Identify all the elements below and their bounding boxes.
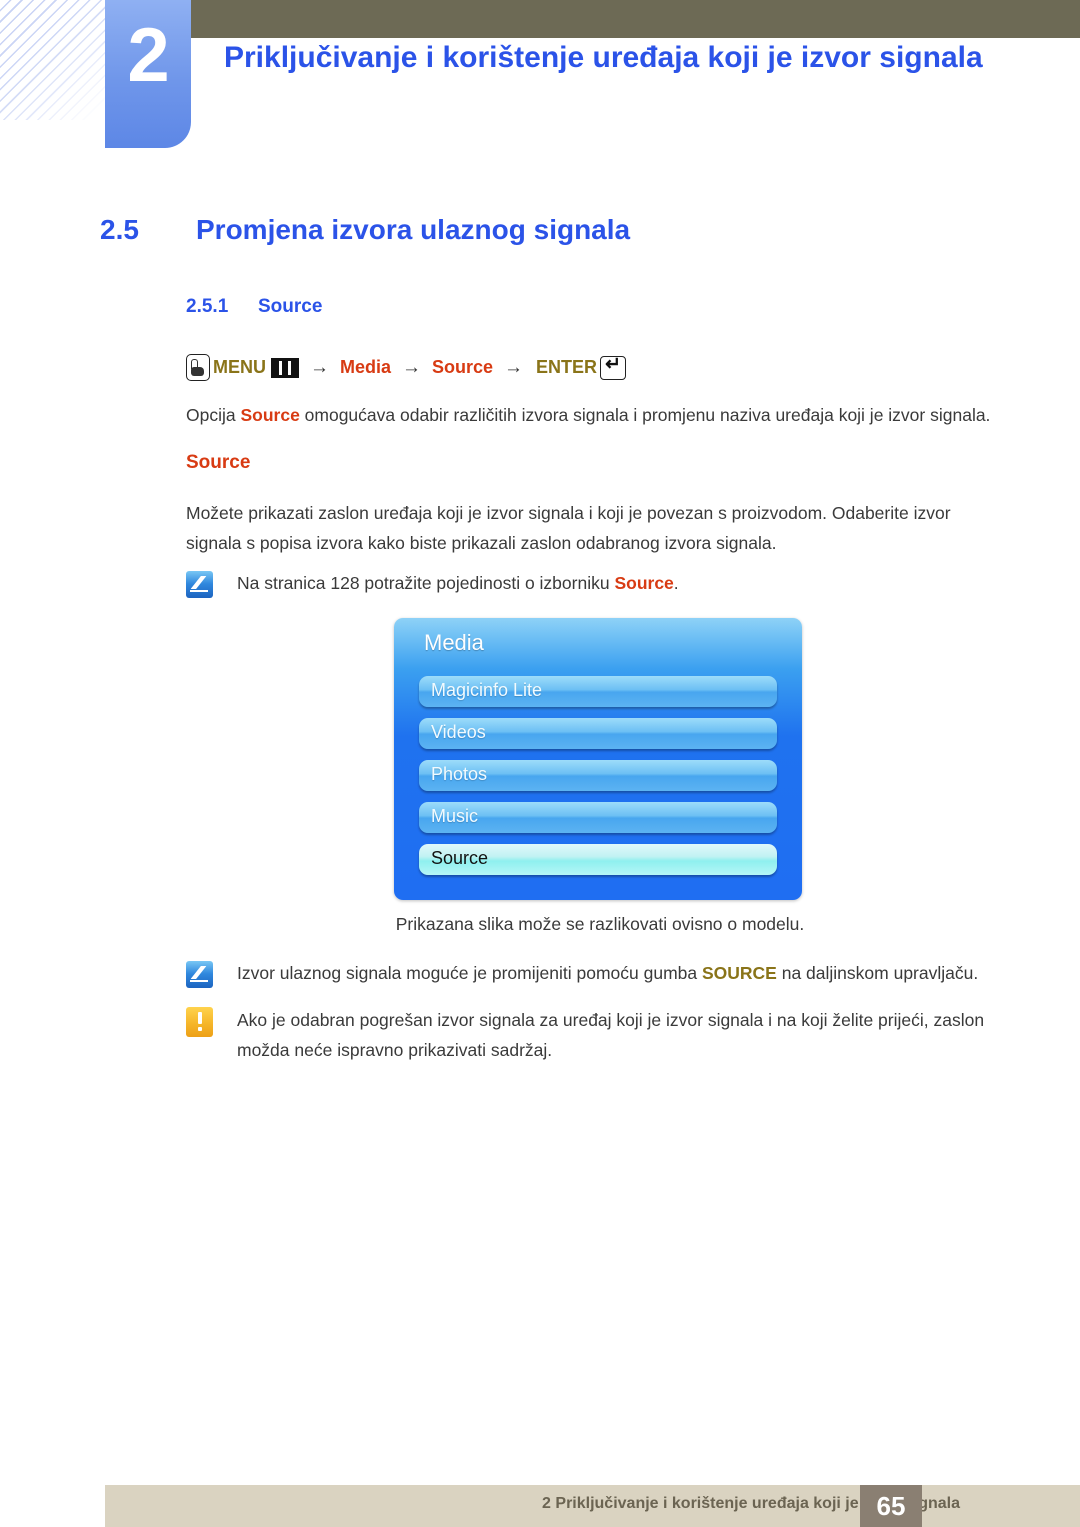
paragraph-source-description: Možete prikazati zaslon uređaja koji je …	[186, 503, 951, 554]
menu-bars-icon	[271, 357, 299, 378]
subsection-title: Source	[258, 296, 323, 317]
osd-item-music[interactable]: Music	[419, 802, 777, 833]
chapter-title: Priključivanje i korištenje uređaja koji…	[224, 41, 983, 74]
hand-press-icon	[186, 354, 210, 381]
menu-path-arrow-1: →	[310, 356, 329, 378]
note-pen-icon	[186, 571, 213, 598]
figure-caption: Prikazana slika može se razlikovati ovis…	[395, 914, 805, 934]
warning-wrong-source: Ako je odabran pogrešan izvor signala za…	[186, 1005, 1014, 1065]
osd-item-label: Magicinfo Lite	[431, 680, 543, 700]
note2-text-before: Izvor ulaznog signala moguće je promijen…	[237, 963, 702, 983]
menu-path-item-media: Media	[340, 357, 392, 377]
paragraph-source-intro: Opcija Source omogućava odabir različiti…	[186, 400, 1010, 430]
section-title: Promjena izvora ulaznog signala	[196, 214, 631, 245]
menu-path-menu-label: MENU	[213, 357, 266, 377]
osd-menu-list: Magicinfo Lite Videos Photos Music Sourc…	[419, 676, 777, 886]
osd-item-label: Source	[431, 848, 489, 868]
subsection-label-source: Source	[186, 452, 251, 473]
inline-term-source: Source	[240, 405, 300, 425]
paragraph-text-after: omogućava odabir različitih izvora signa…	[299, 405, 991, 425]
chapter-number-tab: 2	[105, 0, 191, 148]
note1-text-after: .	[673, 573, 679, 593]
osd-item-photos[interactable]: Photos	[419, 760, 777, 791]
osd-item-label: Photos	[431, 764, 488, 784]
menu-path-enter-label: ENTER	[536, 357, 598, 377]
osd-item-magicinfo-lite[interactable]: Magicinfo Lite	[419, 676, 777, 707]
enter-key-icon	[600, 353, 627, 380]
chapter-number: 2	[127, 13, 169, 98]
chapter-header-bar	[188, 0, 1080, 38]
osd-item-videos[interactable]: Videos	[419, 718, 777, 749]
note2-inline-source-button: SOURCE	[701, 963, 777, 983]
menu-path-item-source: Source	[432, 357, 494, 377]
menu-path-arrow-2: →	[402, 356, 422, 378]
warning-exclamation-icon	[186, 1007, 213, 1037]
osd-item-label: Videos	[431, 722, 486, 742]
subsection-number: 2.5.1	[186, 296, 229, 317]
note2-text-after: na daljinskom upravljaču.	[776, 963, 979, 983]
note-remote-source: Izvor ulaznog signala moguće je promijen…	[186, 958, 1014, 988]
section-heading: 2.5 Promjena izvora ulaznog signala	[100, 214, 980, 246]
footer-bar: 2 Priključivanje i korištenje uređaja ko…	[105, 1485, 1080, 1527]
page-number-badge: 65	[860, 1485, 922, 1527]
paragraph-text-before: Opcija	[186, 405, 241, 425]
menu-path-arrow-3: →	[504, 356, 524, 378]
note-pen-icon	[186, 961, 213, 988]
osd-item-source[interactable]: Source	[419, 844, 777, 875]
warning-text: Ako je odabran pogrešan izvor signala za…	[237, 1010, 985, 1061]
note1-text-before: Na stranica 128 potražite pojedinosti o …	[237, 573, 615, 593]
osd-title: Media	[424, 630, 484, 655]
note-remote-source-text: Izvor ulaznog signala moguće je promijen…	[237, 958, 1013, 988]
menu-path: MENU → Media → Source → ENTER	[186, 353, 627, 381]
media-osd-dialog: Media Magicinfo Lite Videos Photos Music…	[394, 618, 802, 900]
note-reference-text: Na stranica 128 potražite pojedinosti o …	[237, 568, 1013, 598]
note1-inline-source: Source	[614, 573, 674, 593]
subsection-heading: 2.5.1 Source	[186, 296, 322, 318]
osd-item-label: Music	[431, 806, 479, 826]
section-number: 2.5	[100, 214, 139, 245]
note-reference: Na stranica 128 potražite pojedinosti o …	[186, 568, 1014, 598]
